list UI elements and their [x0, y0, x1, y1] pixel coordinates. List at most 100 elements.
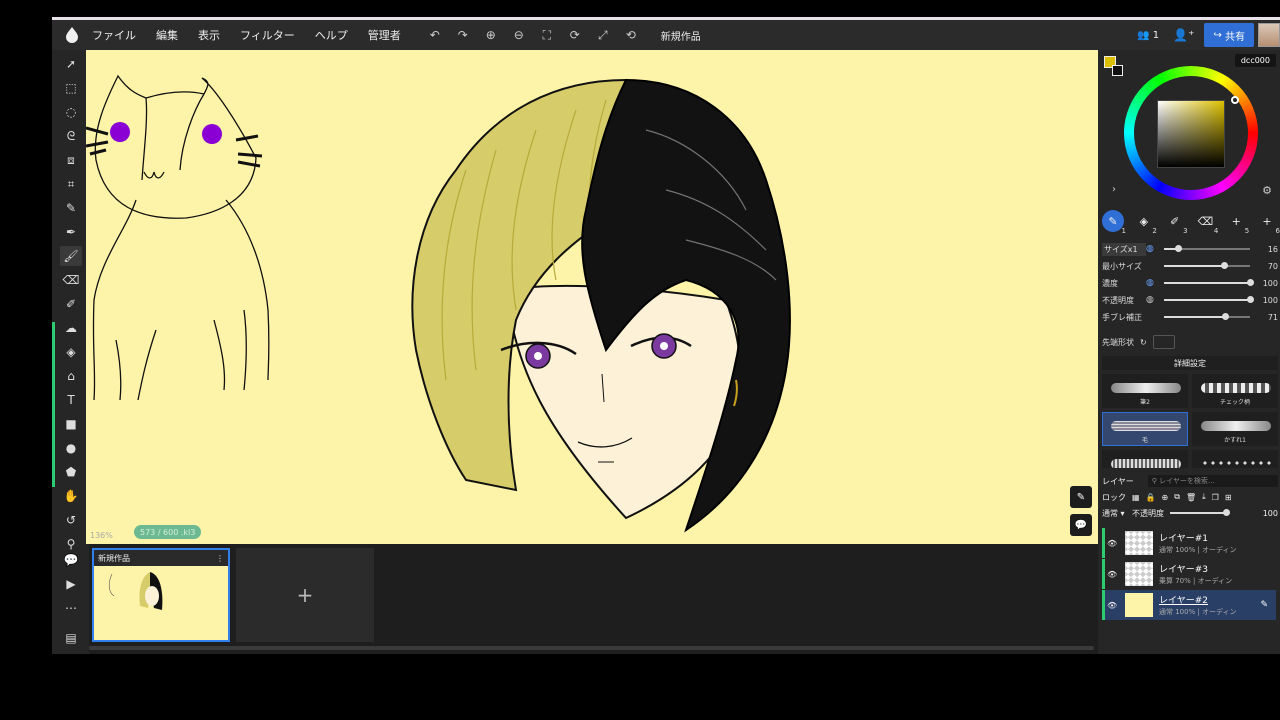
- brush-item-selected[interactable]: 毛: [1102, 412, 1188, 446]
- edit-layer-icon[interactable]: ✎: [1260, 600, 1268, 610]
- layer-search-input[interactable]: ⚲ レイヤーを検索…: [1147, 475, 1278, 487]
- opacity-slider[interactable]: [1164, 296, 1254, 303]
- layer-merge-icon[interactable]: ⤓: [1202, 492, 1206, 502]
- rect-select-icon[interactable]: ⬚: [60, 78, 82, 98]
- brush-icon[interactable]: 🖌: [60, 246, 82, 266]
- layer-item-selected[interactable]: 👁 レイヤー#2 通常 100% | オーディン ✎: [1102, 590, 1276, 620]
- add-user-icon[interactable]: 👤⁺: [1173, 28, 1194, 42]
- hand-icon[interactable]: ✋: [60, 486, 82, 506]
- stabilizer-slider[interactable]: [1164, 313, 1250, 320]
- app-logo-icon[interactable]: [52, 20, 92, 50]
- layer-new-icon[interactable]: ⊕: [1162, 493, 1169, 502]
- eyedropper-icon[interactable]: ✎: [60, 198, 82, 218]
- layer-duplicate-icon[interactable]: ⧉: [1174, 492, 1180, 502]
- comment-icon[interactable]: 💬: [60, 550, 82, 570]
- layer-delete-icon[interactable]: 🗑: [1186, 493, 1196, 502]
- more-icon[interactable]: ⋯: [60, 598, 82, 618]
- timelapse-icon[interactable]: ▶: [60, 574, 82, 594]
- lasso-icon[interactable]: ᘓ: [60, 126, 82, 146]
- brush-slot-1[interactable]: ✎ 1: [1102, 210, 1126, 235]
- brush-item[interactable]: [1102, 450, 1188, 468]
- layer-opacity-slider[interactable]: [1170, 509, 1230, 516]
- redo-icon[interactable]: ↷: [449, 28, 477, 42]
- zoom-in-icon[interactable]: ⊕: [477, 28, 505, 42]
- hue-handle[interactable]: [1231, 96, 1239, 104]
- detail-settings-button[interactable]: 詳細設定: [1102, 356, 1278, 370]
- fill-icon[interactable]: ◈: [60, 342, 82, 362]
- menu-edit[interactable]: 編集: [156, 27, 178, 43]
- lock-transparency-icon[interactable]: ▦: [1132, 493, 1140, 502]
- brush-slot-4[interactable]: ⌫ 4: [1194, 210, 1219, 236]
- fit-icon[interactable]: ⛶: [533, 28, 561, 43]
- brush-item[interactable]: かすれ1: [1192, 412, 1278, 446]
- blur-icon[interactable]: ✐: [60, 294, 82, 314]
- smudge-icon[interactable]: ☁: [60, 318, 82, 338]
- add-document-button[interactable]: +: [236, 548, 374, 642]
- filmstrip-toggle-icon[interactable]: ▤: [60, 628, 82, 648]
- layer-menu-icon[interactable]: ⊞: [1225, 493, 1232, 502]
- pressure-size-icon[interactable]: ◍: [1146, 244, 1162, 254]
- menu-file[interactable]: ファイル: [92, 27, 136, 43]
- undo-icon[interactable]: ↶: [421, 28, 449, 42]
- refresh-icon[interactable]: ↻: [1140, 338, 1147, 347]
- menu-admin[interactable]: 管理者: [368, 27, 401, 43]
- gear-icon[interactable]: ⚙: [1262, 184, 1272, 197]
- zoom-level[interactable]: 136%: [90, 531, 113, 540]
- menu-view[interactable]: 表示: [198, 27, 220, 43]
- document-card[interactable]: 新規作品 ⋮: [92, 548, 230, 642]
- gradient-icon[interactable]: ⌂: [60, 366, 82, 386]
- eraser-icon[interactable]: ⌫: [60, 270, 82, 290]
- brush-item[interactable]: 筆2: [1102, 374, 1188, 408]
- crop-icon[interactable]: ⌗: [60, 174, 82, 194]
- rotate-view-icon[interactable]: ↺: [60, 510, 82, 530]
- menu-filter[interactable]: フィルター: [240, 27, 295, 43]
- pen-pressure-icon[interactable]: ✎: [1070, 486, 1092, 508]
- brush-slot-6[interactable]: +6: [1256, 210, 1280, 236]
- eye-icon[interactable]: 👁: [1107, 601, 1119, 610]
- brush-item[interactable]: [1192, 450, 1278, 468]
- background-color-swatch[interactable]: [1112, 65, 1123, 76]
- drawing-canvas[interactable]: 136% 573 / 600 .kl3 ✎ 💬: [86, 50, 1098, 544]
- saturation-value-square[interactable]: [1157, 100, 1225, 168]
- brush-slot-2[interactable]: ◈ 2: [1133, 210, 1157, 236]
- brush-item[interactable]: チェック柄: [1192, 374, 1278, 408]
- shape-icon[interactable]: ⬟: [60, 462, 82, 482]
- pen-icon[interactable]: ✒: [60, 222, 82, 242]
- size-slider[interactable]: [1164, 245, 1250, 252]
- eye-icon[interactable]: 👁: [1107, 539, 1119, 548]
- tip-shape-preview[interactable]: [1152, 335, 1175, 349]
- density-slider[interactable]: [1164, 279, 1254, 286]
- menu-help[interactable]: ヘルプ: [315, 27, 348, 43]
- rectangle-icon[interactable]: ■: [60, 414, 82, 434]
- horizontal-scrollbar[interactable]: [89, 646, 1094, 650]
- brush-slot-3[interactable]: ✐ 3: [1164, 210, 1188, 236]
- kebab-menu-icon[interactable]: ⋮: [216, 554, 224, 563]
- online-users[interactable]: 👥 1: [1137, 30, 1159, 41]
- color-hex[interactable]: dcc000: [1234, 54, 1276, 67]
- lock-icon[interactable]: 🔒: [1146, 493, 1156, 502]
- brush-slot-5[interactable]: +5: [1225, 210, 1250, 236]
- min-size-slider[interactable]: [1164, 262, 1250, 269]
- eye-icon[interactable]: 👁: [1107, 570, 1119, 579]
- blend-mode-select[interactable]: 通常 ▾: [1102, 508, 1132, 519]
- layer-item[interactable]: 👁 レイヤー#1 通常 100% | オーディン: [1102, 528, 1276, 558]
- layer-item[interactable]: 👁 レイヤー#3 乗算 70% | オーディン: [1102, 559, 1276, 589]
- document-title[interactable]: 新規作品: [661, 28, 701, 43]
- pressure-opacity-icon[interactable]: ◍: [1146, 295, 1162, 305]
- avatar[interactable]: [1258, 23, 1280, 47]
- chevron-right-icon[interactable]: ›: [1112, 184, 1116, 195]
- color-wheel[interactable]: [1124, 66, 1258, 200]
- move-tool-icon[interactable]: ➚: [60, 54, 82, 74]
- text-icon[interactable]: T: [60, 390, 82, 410]
- transform-icon[interactable]: ⧈: [60, 150, 82, 170]
- ellipse-select-icon[interactable]: ◌: [60, 102, 82, 122]
- pressure-density-icon[interactable]: ◍: [1146, 278, 1162, 288]
- fullscreen-icon[interactable]: ⤢: [589, 28, 617, 43]
- reset-view-icon[interactable]: ⟲: [617, 28, 645, 42]
- zoom-out-icon[interactable]: ⊖: [505, 28, 533, 42]
- share-button[interactable]: ↪ 共有: [1204, 23, 1254, 47]
- layer-copy-icon[interactable]: ❐: [1212, 493, 1219, 502]
- rotate-icon[interactable]: ⟳: [561, 28, 589, 42]
- circle-icon[interactable]: ●: [60, 438, 82, 458]
- chat-icon[interactable]: 💬: [1070, 514, 1092, 536]
